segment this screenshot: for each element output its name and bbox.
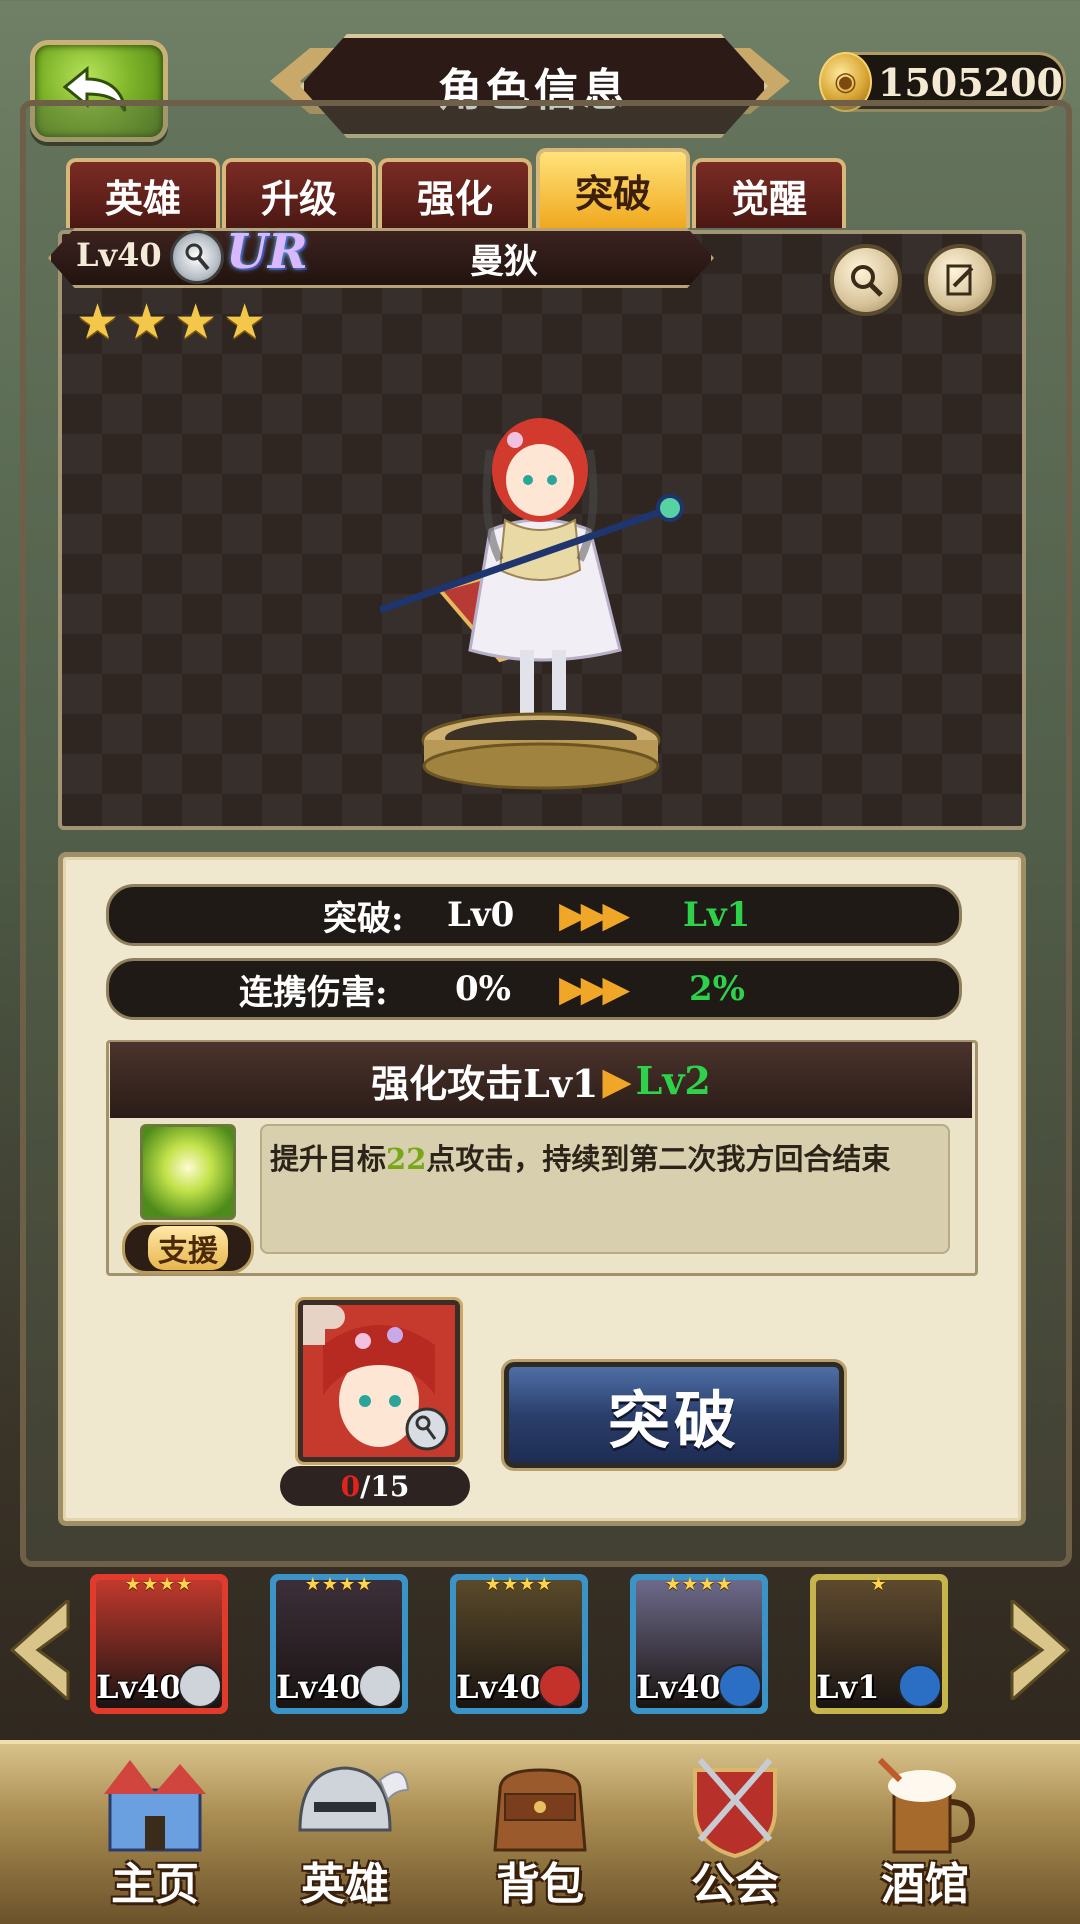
roster-level: Lv40 (276, 1668, 362, 1706)
nav-label: 背包 (496, 1859, 584, 1910)
roster-level: Lv40 (96, 1668, 182, 1706)
skill-upgrade-header: 强化攻击Lv1 ▶ Lv2 (110, 1042, 972, 1118)
roster-hero-card[interactable]: ★ Lv1 (810, 1574, 948, 1714)
nav-bag[interactable]: 背包 (445, 1740, 635, 1920)
nav-label: 主页 (111, 1859, 199, 1910)
skill-type-badge: 支援 (122, 1222, 254, 1274)
tab-awaken[interactable]: 觉醒 (692, 158, 846, 228)
tab-label: 觉醒 (730, 175, 807, 221)
skill-new-level: Lv2 (635, 1057, 711, 1103)
tavern-mug-icon (877, 1757, 976, 1854)
edit-button[interactable] (924, 244, 996, 316)
helmet-icon (298, 1766, 410, 1832)
spear-icon (718, 1664, 762, 1708)
skill-name: 强化攻击Lv1 (371, 1060, 599, 1106)
roster-next-button[interactable] (1008, 1600, 1072, 1700)
chevron-left-icon (9, 1600, 70, 1700)
skill-desc-text: 点攻击，持续到第二次我方回合结束 (426, 1142, 891, 1176)
zoom-button[interactable] (830, 244, 902, 316)
roster-hero-card[interactable]: ★★★★ Lv40 (450, 1574, 588, 1714)
edit-icon (946, 264, 974, 296)
roster-hero-card[interactable]: ★★★★ Lv40 (270, 1574, 408, 1714)
hero-stars: ★ ★ ★ ★ (76, 298, 266, 346)
material-count: 0/15 (280, 1466, 470, 1506)
hero-name: 曼狄 (470, 242, 538, 282)
breakthrough-level-bar: 突破: Lv0 ▶▶▶ Lv1 (106, 884, 962, 946)
roster-stars: ★★★★ (124, 1574, 194, 1595)
tab-label: 英雄 (104, 175, 181, 221)
nav-hero[interactable]: 英雄 (250, 1740, 440, 1920)
magnifier-icon (851, 265, 883, 297)
roster-level: Lv40 (456, 1668, 542, 1706)
tab-label: 升级 (260, 175, 337, 221)
roster-level: Lv40 (636, 1668, 722, 1706)
gold-amount: 1505200 (877, 59, 1063, 105)
stat-label: 连携伤害: (239, 972, 388, 1013)
triple-arrow-icon: ▶▶▶ (559, 894, 630, 936)
nav-label: 公会 (691, 1859, 779, 1910)
rarity-badge: UR (226, 224, 308, 280)
combo-damage-bar: 连携伤害: 0% ▶▶▶ 2% (106, 958, 962, 1020)
star-icon: ★ (76, 294, 120, 350)
breakthrough-button-label: 突破 (607, 1384, 740, 1457)
skill-desc-text: 提升目标 (270, 1142, 387, 1176)
arrow-right-icon: ▶ (602, 1057, 632, 1103)
roster-hero-card[interactable]: ★★★★ Lv40 (90, 1574, 228, 1714)
skill-type-label: 支援 (148, 1226, 228, 1270)
backpack-icon (493, 1768, 587, 1852)
roster-stars: ★★★★ (304, 1574, 374, 1595)
hero-pedestal (421, 712, 661, 790)
star-icon: ★ (125, 294, 169, 350)
material-current: 0 (340, 1469, 361, 1503)
chevron-right-icon (1010, 1600, 1071, 1700)
stat-new-value: Lv1 (683, 895, 751, 935)
tab-label: 强化 (416, 175, 493, 221)
stat-label: 突破: (323, 898, 404, 939)
nav-label: 英雄 (301, 1859, 389, 1910)
tab-label: 突破 (574, 170, 651, 216)
staff-icon (170, 230, 224, 284)
tab-breakthrough[interactable]: 突破 (536, 148, 690, 228)
sword-icon (538, 1664, 582, 1708)
hero-level: Lv40 (76, 236, 162, 274)
castle-icon (104, 1760, 206, 1852)
roster-stars: ★★★★ (664, 1574, 734, 1595)
spear-icon (898, 1664, 942, 1708)
nav-label: 酒馆 (881, 1859, 969, 1910)
tab-enhance[interactable]: 强化 (378, 158, 532, 228)
stat-old-value: 0% (455, 969, 511, 1009)
nav-tavern[interactable]: 酒馆 (830, 1740, 1020, 1920)
roster-hero-card[interactable]: ★★★★ Lv40 (630, 1574, 768, 1714)
tab-hero[interactable]: 英雄 (66, 158, 220, 228)
roster-stars: ★★★★ (484, 1574, 554, 1595)
roster-stars: ★ (870, 1574, 888, 1595)
stat-old-value: Lv0 (447, 895, 515, 935)
staff-icon (358, 1664, 402, 1708)
skill-description: 提升目标22点攻击，持续到第二次我方回合结束 (260, 1124, 950, 1254)
skill-desc-number: 22 (386, 1142, 427, 1176)
skill-icon (140, 1124, 236, 1220)
triple-arrow-icon: ▶▶▶ (559, 968, 630, 1010)
star-icon: ★ (223, 294, 267, 350)
guild-shield-icon (693, 1758, 777, 1859)
nav-home[interactable]: 主页 (60, 1740, 250, 1920)
material-total: /15 (360, 1469, 410, 1503)
tab-upgrade[interactable]: 升级 (222, 158, 376, 228)
roster-level: Lv1 (816, 1668, 880, 1706)
staff-icon (178, 1664, 222, 1708)
roster-prev-button[interactable] (8, 1600, 72, 1700)
material-card[interactable] (295, 1297, 463, 1465)
nav-guild[interactable]: 公会 (640, 1740, 830, 1920)
stat-new-value: 2% (689, 969, 745, 1009)
breakthrough-button[interactable]: 突破 (501, 1359, 847, 1471)
hero-fragment-portrait (303, 1305, 455, 1457)
star-icon: ★ (174, 294, 218, 350)
